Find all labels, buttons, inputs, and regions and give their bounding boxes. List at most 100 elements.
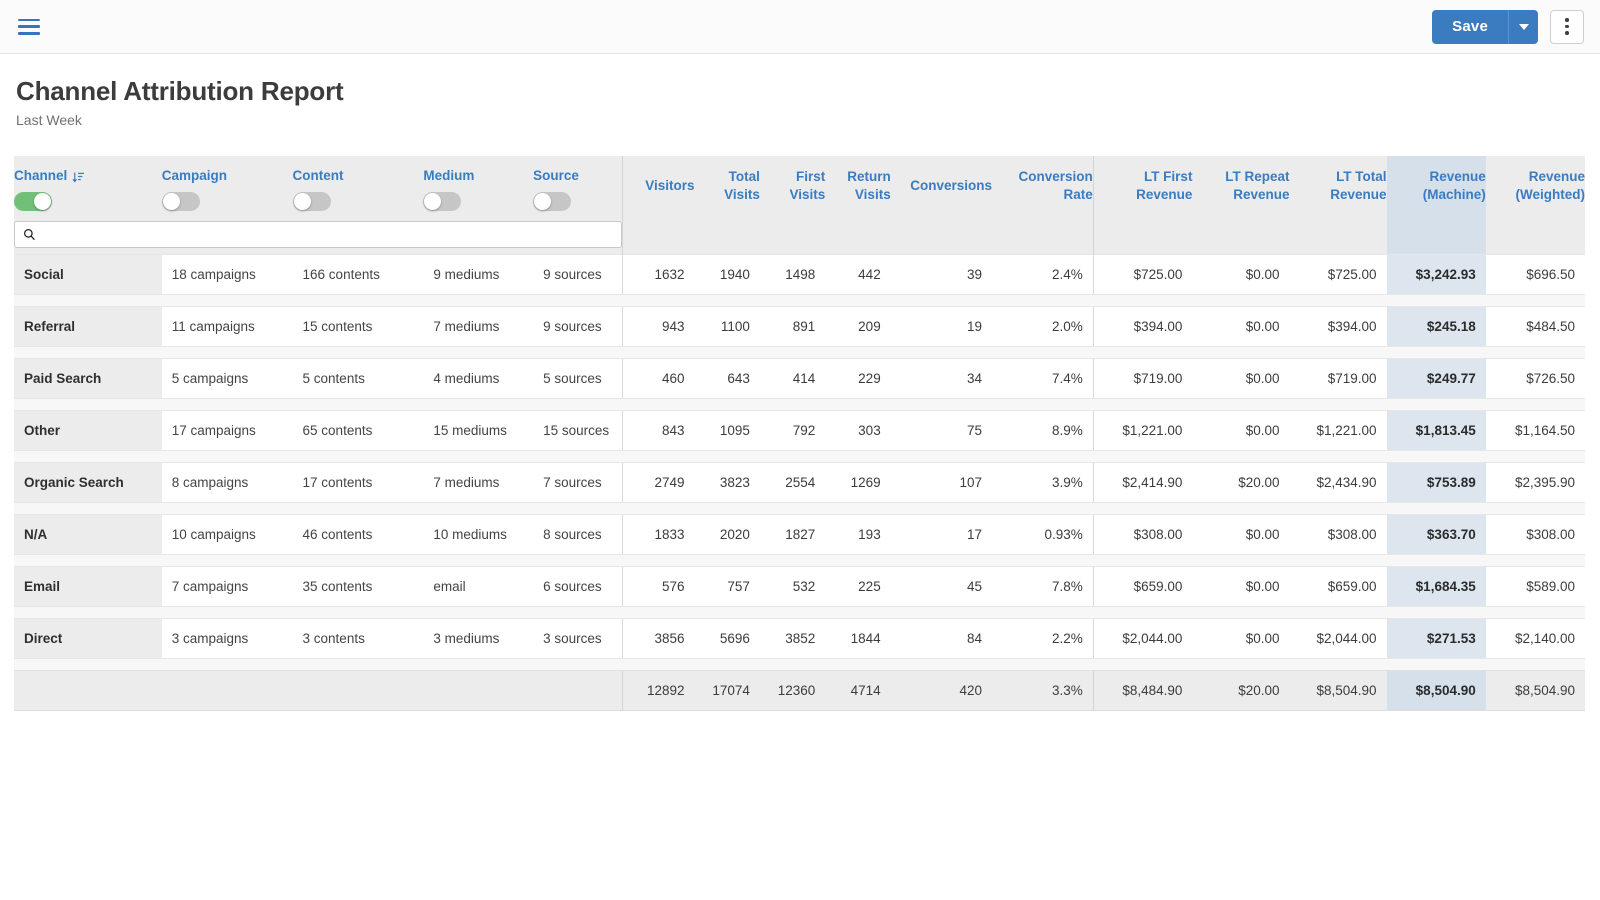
cell-medium: 7 mediums <box>423 461 534 503</box>
toggle-knob <box>424 193 442 211</box>
toggle-channel[interactable] <box>14 192 52 212</box>
column-header-revenue-machine[interactable]: Revenue (Machine) <box>1386 156 1486 216</box>
table-row: Direct 3 campaigns 3 contents 3 mediums 3 so… <box>14 617 1585 659</box>
cell-medium: 10 mediums <box>423 513 534 555</box>
column-header-return-visits[interactable]: Return Visits <box>825 156 891 216</box>
column-header-medium-label: Medium <box>423 168 475 183</box>
more-vertical-icon <box>1565 24 1569 29</box>
cell-revenue-machine: $1,813.45 <box>1386 409 1486 451</box>
cell-lt-total-revenue: $2,434.90 <box>1289 461 1387 503</box>
hamburger-icon[interactable] <box>18 18 40 35</box>
column-header-total-visits[interactable]: Total Visits <box>694 156 760 216</box>
cell-return-visits: 1269 <box>825 461 891 503</box>
row-spacer-cell <box>14 346 1585 358</box>
cell-return-visits: 4714 <box>825 669 891 711</box>
cell-lt-total-revenue: $725.00 <box>1289 253 1387 295</box>
more-options-button[interactable] <box>1550 9 1584 44</box>
toggle-source[interactable] <box>533 192 572 212</box>
cell-content: 3 contents <box>292 617 424 659</box>
cell-first-visits: 2554 <box>759 461 826 503</box>
column-header-lt-repeat-revenue[interactable]: LT Repeat Revenue <box>1192 156 1290 216</box>
cell-total-visits: 1940 <box>694 253 760 295</box>
toggle-campaign[interactable] <box>161 192 200 212</box>
more-vertical-icon <box>1565 18 1569 22</box>
cell-revenue-weighted: $308.00 <box>1485 513 1585 555</box>
cell-revenue-weighted: $2,395.90 <box>1485 461 1585 503</box>
cell-channel: Organic Search <box>14 461 162 503</box>
cell-conversion-rate: 2.2% <box>991 617 1094 659</box>
table-header-row: Channel Campaign Content Medium Source V… <box>14 156 1585 216</box>
cell-medium: 3 mediums <box>423 617 534 659</box>
row-spacer-cell <box>14 294 1585 306</box>
cell-revenue-machine: $363.70 <box>1386 513 1486 555</box>
cell-lt-first-revenue: $1,221.00 <box>1092 409 1193 451</box>
column-header-medium[interactable]: Medium <box>423 156 534 216</box>
cell-conversion-rate: 8.9% <box>991 409 1094 451</box>
column-header-lt-total-revenue[interactable]: LT Total Revenue <box>1289 156 1387 216</box>
cell-revenue-weighted: $696.50 <box>1485 253 1585 295</box>
row-spacer-cell <box>14 554 1585 566</box>
cell-content: 166 contents <box>292 253 424 295</box>
column-header-lt-first-revenue[interactable]: LT First Revenue <box>1092 156 1193 216</box>
row-spacer-cell <box>14 658 1585 670</box>
row-spacer <box>14 502 1585 514</box>
cell-revenue-weighted: $589.00 <box>1485 565 1585 607</box>
filter-cell-lt-first-revenue <box>1092 216 1193 254</box>
cell-total-visits: 2020 <box>694 513 760 555</box>
column-header-revenue-weighted[interactable]: Revenue (Weighted) <box>1485 156 1585 216</box>
save-button[interactable]: Save <box>1432 9 1508 44</box>
cell-campaign: 17 campaigns <box>161 409 293 451</box>
cell-conversions: 107 <box>890 461 992 503</box>
cell-conversion-rate: 0.93% <box>991 513 1094 555</box>
save-dropdown-button[interactable] <box>1508 9 1538 44</box>
search-box[interactable] <box>14 221 623 249</box>
cell-medium: 4 mediums <box>423 357 534 399</box>
cell-campaign: 10 campaigns <box>161 513 293 555</box>
sort-descending-icon[interactable] <box>72 171 85 184</box>
column-header-first-visits[interactable]: First Visits <box>759 156 826 216</box>
toggle-medium[interactable] <box>423 192 462 212</box>
table-row: Other 17 campaigns 65 contents 15 mediums 15… <box>14 409 1585 451</box>
toolbar-actions: Save <box>1432 9 1584 44</box>
table-row: N/A 10 campaigns 46 contents 10 mediums 8 so… <box>14 513 1585 555</box>
search-input[interactable] <box>42 222 614 248</box>
cell-conversion-rate: 7.8% <box>991 565 1094 607</box>
column-header-conversions[interactable]: Conversions <box>890 156 992 216</box>
cell-campaign: 7 campaigns <box>161 565 293 607</box>
table-row: Social 18 campaigns 166 contents 9 mediums 9… <box>14 253 1585 295</box>
cell-lt-total-revenue: $659.00 <box>1289 565 1387 607</box>
cell-conversion-rate: 3.3% <box>991 669 1094 711</box>
cell-first-visits: 1827 <box>759 513 826 555</box>
column-header-visitors[interactable]: Visitors <box>622 156 695 216</box>
cell-campaign: 5 campaigns <box>161 357 293 399</box>
cell-return-visits: 229 <box>825 357 891 399</box>
cell-content <box>292 669 424 711</box>
cell-channel: Paid Search <box>14 357 162 399</box>
cell-lt-total-revenue: $308.00 <box>1289 513 1387 555</box>
cell-conversion-rate: 2.0% <box>991 305 1094 347</box>
cell-lt-total-revenue: $719.00 <box>1289 357 1387 399</box>
cell-lt-repeat-revenue: $0.00 <box>1192 617 1290 659</box>
column-header-campaign[interactable]: Campaign <box>161 156 293 216</box>
column-header-source[interactable]: Source <box>533 156 623 216</box>
cell-conversions: 34 <box>890 357 992 399</box>
cell-content: 35 contents <box>292 565 424 607</box>
cell-revenue-machine: $245.18 <box>1386 305 1486 347</box>
row-spacer <box>14 606 1585 618</box>
cell-total-visits: 643 <box>694 357 760 399</box>
cell-source: 9 sources <box>533 305 623 347</box>
page-heading: Channel Attribution Report Last Week <box>0 54 1600 128</box>
table-row: Organic Search 8 campaigns 17 contents 7 me… <box>14 461 1585 503</box>
column-header-channel[interactable]: Channel <box>14 156 162 216</box>
cell-total-visits: 1095 <box>694 409 760 451</box>
column-header-content[interactable]: Content <box>292 156 424 216</box>
cell-lt-first-revenue: $2,414.90 <box>1092 461 1193 503</box>
row-spacer-cell <box>14 502 1585 514</box>
toggle-content[interactable] <box>292 192 331 212</box>
column-header-channel-label: Channel <box>14 168 68 183</box>
column-header-conversion-rate[interactable]: Conversion Rate <box>991 156 1094 216</box>
cell-conversions: 75 <box>890 409 992 451</box>
cell-first-visits: 12360 <box>759 669 826 711</box>
cell-revenue-machine: $3,242.93 <box>1386 253 1486 295</box>
cell-first-visits: 532 <box>759 565 826 607</box>
